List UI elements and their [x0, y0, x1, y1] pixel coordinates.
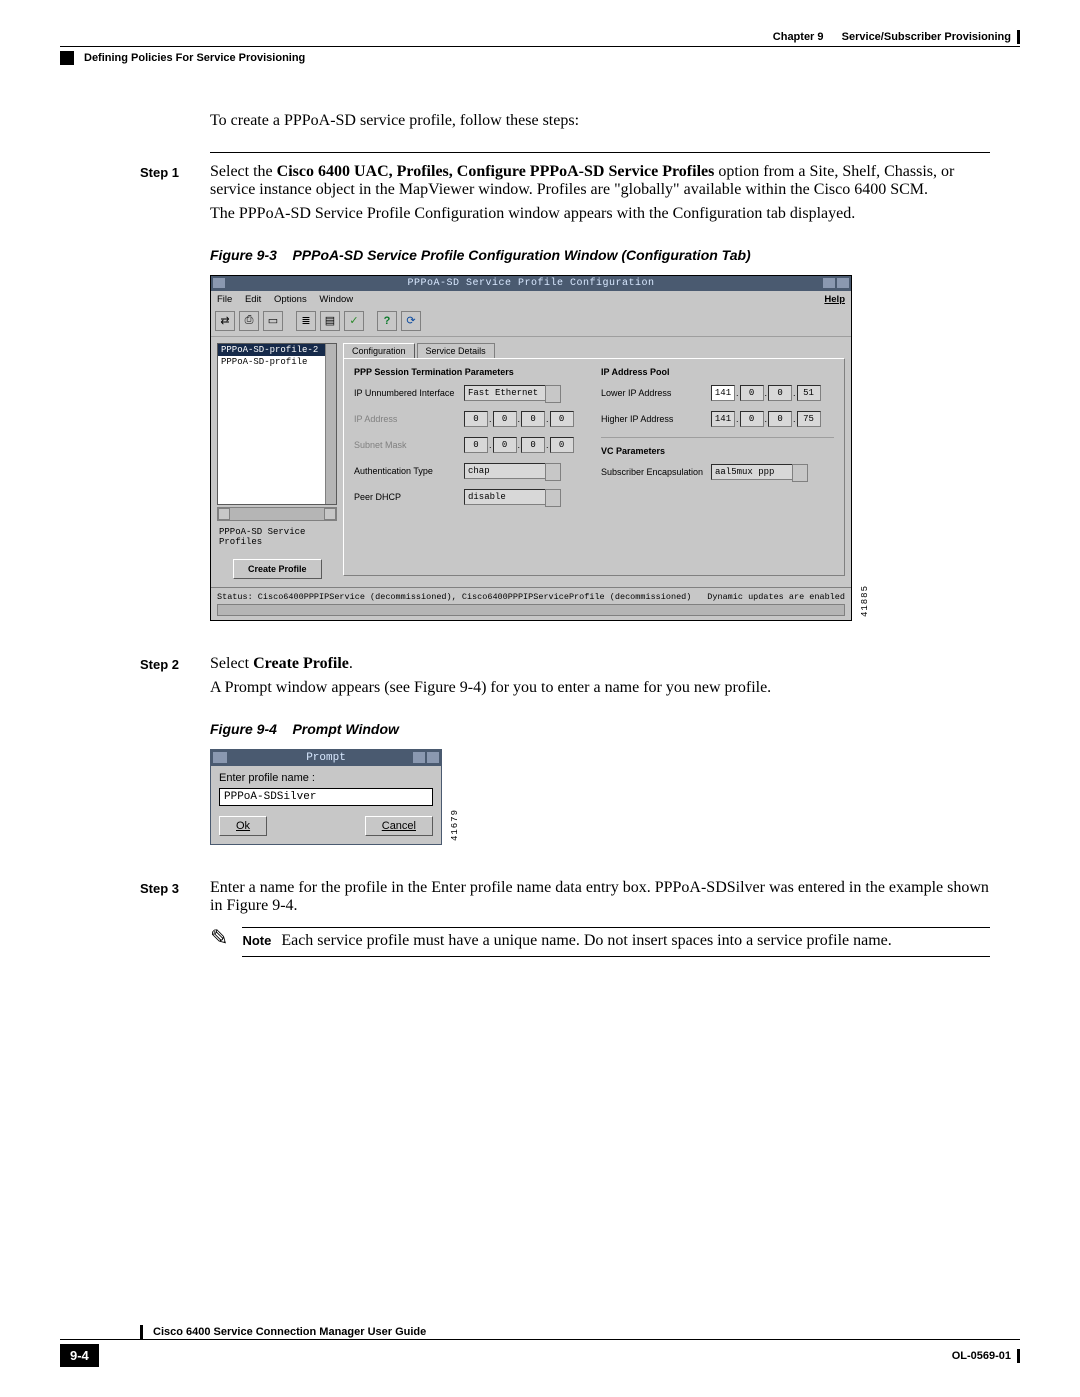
step2-text: Select Create Profile. — [210, 655, 990, 673]
prompt-window: Prompt Enter profile name : PPPoA-SDSilv… — [210, 749, 442, 845]
figure-3-id: 41885 — [860, 585, 870, 617]
toolbar-copy-icon[interactable]: ▤ — [320, 311, 340, 331]
auth-select[interactable]: chap — [464, 463, 548, 479]
tab-service-details[interactable]: Service Details — [417, 343, 495, 358]
tab-configuration[interactable]: Configuration — [343, 343, 415, 358]
higher-ip-field[interactable]: 141. 0. 0. 75 — [711, 411, 821, 427]
unnumbered-label: IP Unnumbered Interface — [354, 388, 464, 398]
ipaddress-label: IP Address — [354, 414, 464, 424]
status-right: Dynamic updates are enabled — [707, 592, 845, 602]
vc-group-title: VC Parameters — [601, 446, 834, 456]
note-text: NoteEach service profile must have a uni… — [242, 932, 990, 950]
footer-guide-title: Cisco 6400 Service Connection Manager Us… — [153, 1326, 426, 1338]
menubar: File Edit Options Window Help — [211, 291, 851, 308]
minimize-icon[interactable] — [823, 278, 835, 288]
cancel-button[interactable]: Cancel — [365, 816, 433, 836]
menu-options[interactable]: Options — [274, 294, 307, 305]
scrollbar-h[interactable] — [217, 507, 337, 521]
menu-edit[interactable]: Edit — [245, 294, 261, 305]
page-number-badge: 9-4 — [60, 1344, 99, 1367]
subnet-field[interactable]: 0. 0. 0. 0 — [464, 437, 574, 453]
section-marker-icon — [60, 51, 74, 65]
toolbar-check-icon[interactable]: ✓ — [344, 311, 364, 331]
pool-group-title: IP Address Pool — [601, 367, 834, 377]
sysmenu-icon[interactable] — [213, 278, 225, 288]
window-titlebar[interactable]: PPPoA-SD Service Profile Configuration — [211, 276, 851, 291]
toolbar-list-icon[interactable]: ≣ — [296, 311, 316, 331]
peer-dhcp-label: Peer DHCP — [354, 492, 464, 502]
figure-3-caption: Figure 9-3 PPPoA-SD Service Profile Conf… — [210, 247, 990, 263]
status-scrollbar[interactable] — [217, 604, 845, 616]
step1-text: Select the Cisco 6400 UAC, Profiles, Con… — [210, 163, 990, 199]
step2-line2: A Prompt window appears (see Figure 9-4)… — [210, 679, 990, 697]
list-item[interactable]: PPPoA-SD-profile-2 — [218, 344, 336, 356]
subnet-label: Subnet Mask — [354, 440, 464, 450]
ok-button[interactable]: Ok — [219, 816, 267, 836]
step2-label: Step 2 — [140, 655, 210, 673]
prompt-titlebar[interactable]: Prompt — [211, 750, 441, 766]
scrollbar-v[interactable] — [325, 344, 336, 504]
peer-dhcp-select[interactable]: disable — [464, 489, 548, 505]
lower-ip-label: Lower IP Address — [601, 388, 711, 398]
sysmenu-icon[interactable] — [213, 752, 227, 763]
step1-label: Step 1 — [140, 163, 210, 199]
page-footer: Cisco 6400 Service Connection Manager Us… — [60, 1325, 1020, 1367]
toolbar: ⇄ ⎙ ▭ ≣ ▤ ✓ ? ⟳ — [211, 308, 851, 337]
maximize-icon[interactable] — [837, 278, 849, 288]
higher-ip-label: Higher IP Address — [601, 414, 711, 424]
running-header: Chapter 9 Service/Subscriber Provisionin… — [60, 30, 1020, 44]
menu-window[interactable]: Window — [319, 294, 353, 305]
maximize-icon[interactable] — [427, 752, 439, 763]
toolbar-tree-icon[interactable]: ⇄ — [215, 311, 235, 331]
auth-label: Authentication Type — [354, 466, 464, 476]
header-bar-icon — [1017, 30, 1020, 44]
step3-text: Enter a name for the profile in the Ente… — [210, 879, 990, 915]
chapter-num: Chapter 9 — [773, 31, 824, 43]
profile-listbox[interactable]: PPPoA-SD-profile-2 PPPoA-SD-profile — [217, 343, 337, 505]
section-title: Defining Policies For Service Provisioni… — [84, 52, 305, 64]
chapter-title: Service/Subscriber Provisioning — [842, 31, 1011, 43]
ipaddress-field[interactable]: 0. 0. 0. 0 — [464, 411, 574, 427]
menu-file[interactable]: File — [217, 294, 232, 305]
intro-text: To create a PPPoA-SD service profile, fo… — [210, 110, 990, 132]
ppp-group-title: PPP Session Termination Parameters — [354, 367, 587, 377]
create-profile-button[interactable]: Create Profile — [233, 559, 322, 579]
toolbar-refresh-icon[interactable]: ⟳ — [401, 311, 421, 331]
figure-4-caption: Figure 9-4 Prompt Window — [210, 721, 990, 737]
lower-ip-field[interactable]: 141. 0. 0. 51 — [711, 385, 821, 401]
profile-name-input[interactable]: PPPoA-SDSilver — [219, 788, 433, 806]
config-window: PPPoA-SD Service Profile Configuration F… — [210, 275, 852, 621]
encap-label: Subscriber Encapsulation — [601, 467, 711, 477]
encap-select[interactable]: aal5mux ppp — [711, 464, 795, 480]
status-left: Status: Cisco6400PPPIPService (decommiss… — [217, 592, 691, 602]
step1-line2: The PPPoA-SD Service Profile Configurati… — [210, 205, 990, 223]
footer-bar-icon — [140, 1325, 143, 1339]
figure-4-id: 41679 — [450, 809, 460, 841]
doc-id: OL-0569-01 — [952, 1350, 1011, 1362]
unnumbered-select[interactable]: Fast Ethernet — [464, 385, 548, 401]
profile-list-label: PPPoA-SD Service Profiles — [219, 527, 337, 547]
menu-help[interactable]: Help — [824, 294, 845, 305]
toolbar-print-icon[interactable]: ⎙ — [239, 311, 259, 331]
note-pencil-icon: ✎ — [210, 927, 228, 961]
toolbar-open-icon[interactable]: ▭ — [263, 311, 283, 331]
minimize-icon[interactable] — [413, 752, 425, 763]
footer-bar-icon — [1017, 1349, 1020, 1363]
status-bar: Status: Cisco6400PPPIPService (decommiss… — [211, 587, 851, 604]
step3-label: Step 3 — [140, 879, 210, 915]
prompt-label: Enter profile name : — [219, 772, 433, 784]
list-item[interactable]: PPPoA-SD-profile — [218, 356, 336, 368]
toolbar-help-icon[interactable]: ? — [377, 311, 397, 331]
